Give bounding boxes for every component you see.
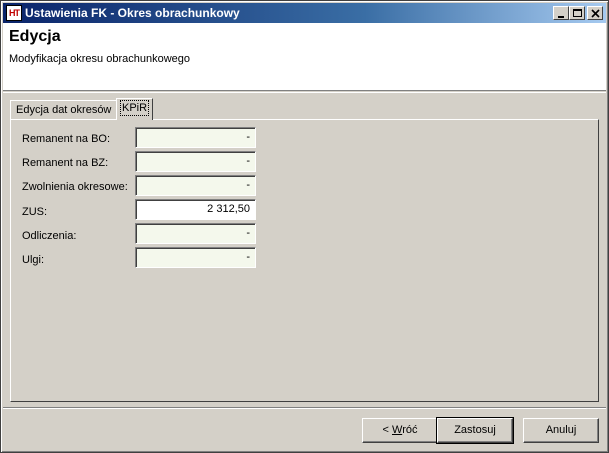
minimize-icon [558,16,564,18]
maximize-icon [573,9,582,17]
ulgi-input[interactable]: - [135,247,256,268]
header-panel: Edycja Modyfikacja okresu obrachunkowego [3,23,606,91]
minimize-button[interactable] [553,6,569,20]
header-divider [3,92,606,93]
back-button-prefix: < [382,424,392,436]
footer-divider [3,407,606,409]
remanent-bz-label: Remanent na BZ: [22,157,109,169]
close-button[interactable] [587,6,603,20]
page-subtitle: Modyfikacja okresu obrachunkowego [9,53,190,65]
app-window: HT Ustawienia FK - Okres obrachunkowy Ed… [0,0,609,453]
odliczenia-input[interactable]: - [135,223,256,244]
page-title: Edycja [9,28,61,45]
ulgi-label: Ulgi: [22,254,45,266]
tab-edycja-dat-okresow[interactable]: Edycja dat okresów [10,100,118,120]
close-icon [591,9,600,18]
tab-label: Edycja dat okresów [16,104,112,116]
maximize-button[interactable] [569,6,585,20]
remanent-bo-label: Remanent na BO: [22,133,111,145]
zwolnienia-okresowe-label: Zwolnienia okresowe: [22,181,128,193]
odliczenia-label: Odliczenia: [22,230,77,242]
back-button[interactable]: < Wróć [362,418,438,443]
tab-kpir[interactable]: KPiR [116,98,154,120]
title-bar[interactable]: HT Ustawienia FK - Okres obrachunkowy [3,3,606,23]
remanent-bo-input[interactable]: - [135,127,256,148]
tab-label: KPiR [119,100,150,116]
apply-button[interactable]: Zastosuj [436,417,514,444]
zus-label: ZUS: [22,206,48,218]
cancel-button[interactable]: Anuluj [523,418,599,443]
back-button-mnemonic: W [392,424,403,436]
back-button-rest: róć [402,424,418,436]
window-title: Ustawienia FK - Okres obrachunkowy [25,6,240,20]
app-logo-icon: HT [6,5,22,21]
zus-input[interactable]: 2 312,50 [135,199,256,220]
zwolnienia-okresowe-input[interactable]: - [135,175,256,196]
remanent-bz-input[interactable]: - [135,151,256,172]
